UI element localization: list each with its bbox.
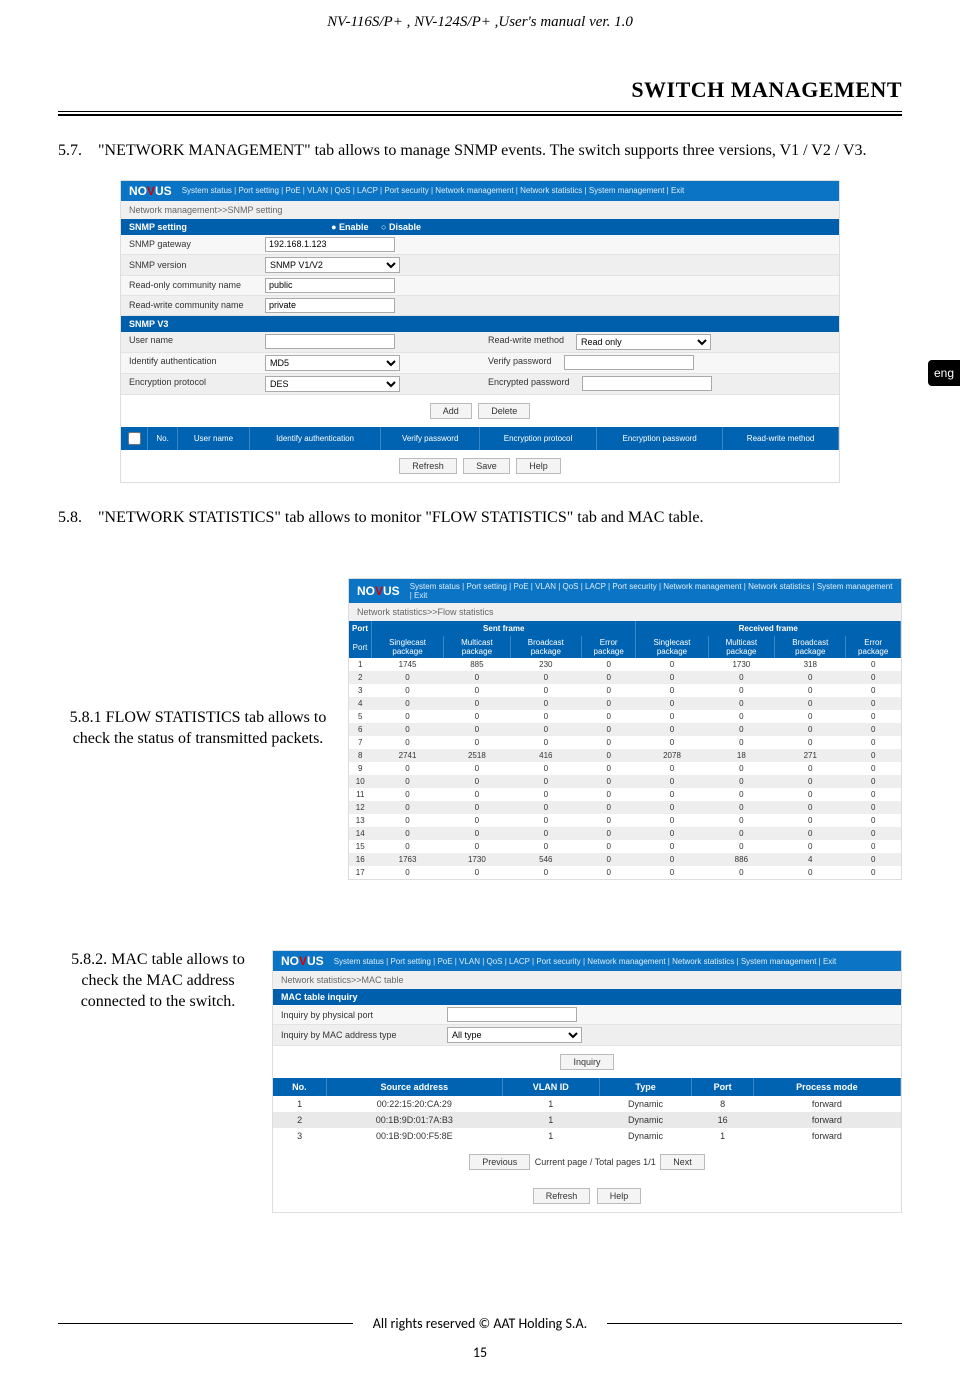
paragraph-5-7: 5.7. "NETWORK MANAGEMENT" tab allows to … [58, 140, 902, 162]
footer-text: All rights reserved © AAT Holding S.A. [373, 1315, 587, 1332]
doc-header: NV-116S/P+ , NV-124S/P+ ,User's manual v… [58, 10, 902, 61]
table-row: 300:1B:9D:00:F5:8E1Dynamic1forward [273, 1128, 901, 1144]
para-text: "NETWORK STATISTICS" tab allows to monit… [98, 509, 703, 526]
rw-method-select[interactable]: Read only [576, 334, 711, 350]
table-row: 300000000 [349, 684, 901, 697]
table-row: 1700000000 [349, 866, 901, 879]
refresh-button[interactable]: Refresh [399, 458, 457, 474]
radio-enable[interactable]: ● Enable [331, 222, 368, 232]
language-tab[interactable]: eng [928, 360, 960, 386]
top-menu[interactable]: System status | Port setting | PoE | VLA… [334, 957, 837, 966]
snmp-screenshot: NOVUS System status | Port setting | PoE… [120, 180, 840, 483]
divider [607, 1323, 902, 1324]
table-row: 900000000 [349, 762, 901, 775]
top-menu[interactable]: System status | Port setting | PoE | VLA… [182, 186, 685, 195]
label: Identify authentication [121, 353, 261, 373]
logo: NOVUS [281, 954, 324, 968]
page-number: 15 [58, 1344, 902, 1361]
label: Read-write method [480, 332, 572, 352]
label: SNMP gateway [121, 236, 261, 252]
caption-5-8-1: 5.8.1 FLOW STATISTICS tab allows to chec… [58, 708, 328, 750]
para-num: 5.7. [58, 140, 94, 162]
para-num: 5.8. [58, 507, 94, 529]
divider [58, 114, 902, 116]
table-row: 400000000 [349, 697, 901, 710]
snmp-version-select[interactable]: SNMP V1/V2 [265, 257, 400, 273]
add-button[interactable]: Add [430, 403, 472, 419]
mac-screenshot: NOVUS System status | Port setting | PoE … [272, 950, 902, 1213]
snmp-gateway-input[interactable] [265, 237, 395, 252]
radio-disable[interactable]: ○ Disable [381, 222, 421, 232]
ident-auth-select[interactable]: MD5 [265, 355, 400, 371]
flow-screenshot: NOVUS System status | Port setting | PoE … [348, 578, 902, 880]
divider [58, 111, 902, 112]
table-row: 100:22:15:20:CA:291Dynamic8forward [273, 1096, 901, 1112]
refresh-button[interactable]: Refresh [533, 1188, 591, 1204]
breadcrumb: Network management>>SNMP setting [121, 201, 839, 219]
save-button[interactable]: Save [463, 458, 510, 474]
select-all-checkbox[interactable] [128, 432, 141, 445]
verify-pw-input[interactable] [564, 355, 694, 370]
inquiry-type-select[interactable]: All type [447, 1027, 582, 1043]
divider [58, 1323, 353, 1324]
label: Read-write community name [121, 297, 261, 313]
section-mac-inquiry: MAC table inquiry [273, 989, 901, 1005]
para-text: "NETWORK MANAGEMENT" tab allows to manag… [98, 142, 867, 159]
caption-5-8-2: 5.8.2. MAC table allows to check the MAC… [58, 950, 258, 1012]
label: Read-only community name [121, 277, 261, 293]
ro-community-input[interactable] [265, 278, 395, 293]
table-row: 1200000000 [349, 801, 901, 814]
label: Verify password [480, 353, 560, 372]
pager-text: Current page / Total pages 1/1 [535, 1157, 656, 1167]
table-row: 16176317305460088640 [349, 853, 901, 866]
flow-table: Port Sent frame Received frame Port Sing… [349, 621, 901, 879]
previous-button[interactable]: Previous [469, 1154, 530, 1170]
label: SNMP version [121, 257, 261, 273]
table-row: 1000000000 [349, 775, 901, 788]
table-row: 600000000 [349, 723, 901, 736]
top-menu[interactable]: System status | Port setting | PoE | VLA… [410, 582, 893, 600]
enc-pw-input[interactable] [582, 376, 712, 391]
label: User name [121, 332, 261, 351]
breadcrumb: Network statistics>>Flow statistics [349, 603, 901, 621]
table-row: 200:1B:9D:01:7A:B31Dynamic16forward [273, 1112, 901, 1128]
breadcrumb: Network statistics>>MAC table [273, 971, 901, 989]
rw-community-input[interactable] [265, 298, 395, 313]
table-header: No.User nameIdentify authentication Veri… [121, 427, 839, 450]
table-row: 82741251841602078182710 [349, 749, 901, 762]
table-row: 1500000000 [349, 840, 901, 853]
username-input[interactable] [265, 334, 395, 349]
next-button[interactable]: Next [660, 1154, 705, 1170]
label: Encryption protocol [121, 374, 261, 394]
help-button[interactable]: Help [516, 458, 561, 474]
table-row: 117458852300017303180 [349, 658, 901, 671]
label: Inquiry by MAC address type [273, 1027, 443, 1043]
table-row: 1400000000 [349, 827, 901, 840]
paragraph-5-8: 5.8. "NETWORK STATISTICS" tab allows to … [58, 507, 902, 529]
label: Encrypted password [480, 374, 578, 393]
delete-button[interactable]: Delete [478, 403, 530, 419]
mac-table: No.Source addressVLAN ID TypePortProcess… [273, 1078, 901, 1144]
table-row: 1300000000 [349, 814, 901, 827]
logo: NOVUS [357, 584, 400, 598]
app-header: NOVUS System status | Port setting | PoE… [121, 181, 839, 201]
help-button[interactable]: Help [597, 1188, 642, 1204]
inquiry-port-input[interactable] [447, 1007, 577, 1022]
table-row: 200000000 [349, 671, 901, 684]
section-title: SWITCH MANAGEMENT [58, 77, 902, 103]
logo: NOVUS [129, 184, 172, 198]
section-snmp-v3: SNMP V3 [121, 316, 839, 332]
table-row: 500000000 [349, 710, 901, 723]
section-snmp-setting: SNMP setting ● Enable ○ Disable [121, 219, 839, 235]
enc-proto-select[interactable]: DES [265, 376, 400, 392]
label: Inquiry by physical port [273, 1007, 443, 1023]
table-row: 700000000 [349, 736, 901, 749]
table-row: 1100000000 [349, 788, 901, 801]
inquiry-button[interactable]: Inquiry [560, 1054, 613, 1070]
